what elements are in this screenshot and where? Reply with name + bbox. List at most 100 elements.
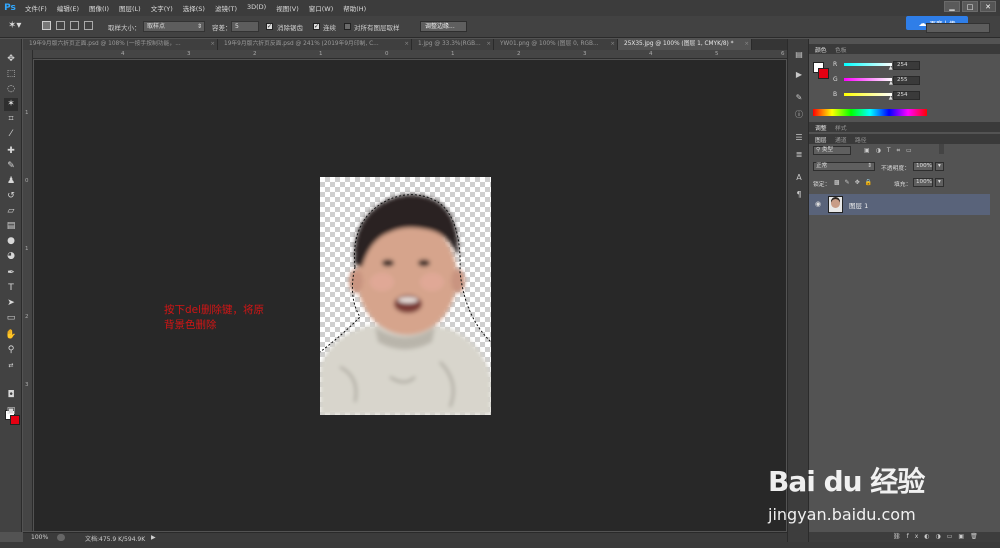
document-tab[interactable]: 19年9月版六折页反面.psd @ 241% (2019年9月印制, C... ×	[218, 39, 412, 50]
minimize-button[interactable]: ▁	[944, 1, 960, 12]
brush-tool-icon[interactable]: ✎	[4, 160, 18, 173]
workspace-select[interactable]	[926, 23, 990, 33]
eyedropper-tool-icon[interactable]: ⁄	[4, 128, 18, 141]
menu-item[interactable]: 文件(F)	[20, 3, 52, 13]
quick-mask-icon[interactable]: ◘	[4, 389, 18, 402]
move-tool-icon[interactable]: ✥	[4, 53, 18, 66]
tab-adjustments[interactable]: 调整	[815, 123, 827, 132]
document-tab[interactable]: 25X35.jpg @ 100% (图层 1, CMYK/8) * ×	[618, 39, 752, 50]
maximize-button[interactable]: □	[962, 1, 978, 12]
zoom-tool-icon[interactable]: ⚲	[4, 344, 18, 357]
b-slider[interactable]: ▲	[844, 93, 893, 101]
document-tab[interactable]: 19年9月版六折页正面.psd @ 108% (一按手按制功能，... ×	[23, 39, 218, 50]
dodge-tool-icon[interactable]: ◕	[4, 250, 18, 263]
hand-tool-icon[interactable]: ✋	[4, 329, 18, 342]
color-bg-swatch[interactable]	[818, 68, 829, 79]
close-tab-icon[interactable]: ×	[610, 39, 615, 50]
intersect-selection-icon[interactable]	[84, 21, 93, 30]
status-info-icon[interactable]	[57, 534, 65, 541]
contiguous-checkbox[interactable]: ✓	[313, 23, 320, 30]
menu-item[interactable]: 图像(I)	[84, 3, 114, 13]
marquee-tool-icon[interactable]: ⬚	[4, 68, 18, 81]
r-slider[interactable]: ▲	[844, 63, 893, 71]
eye-icon[interactable]: ◉	[815, 200, 821, 208]
blur-tool-icon[interactable]: ●	[4, 235, 18, 248]
close-tab-icon[interactable]: ×	[404, 39, 409, 50]
add-selection-icon[interactable]	[56, 21, 65, 30]
type-tool-icon[interactable]: T	[4, 282, 18, 295]
history-icon[interactable]: ▤	[793, 49, 805, 60]
screen-mode-icon[interactable]: ▣	[4, 405, 18, 418]
tab-paths[interactable]: 路径	[855, 135, 867, 144]
tolerance-input[interactable]: 5	[231, 21, 259, 32]
refine-edge-button[interactable]: 调整边缘...	[420, 21, 467, 32]
opacity-dropdown[interactable]: ▾	[935, 162, 944, 171]
tab-styles[interactable]: 样式	[835, 123, 847, 132]
document-tab[interactable]: YW01.png @ 100% (图层 0, RGB... ×	[494, 39, 618, 50]
swap-colors-icon[interactable]: ⇄	[4, 359, 18, 372]
menu-item[interactable]: 窗口(W)	[304, 3, 339, 13]
adjustments-icon[interactable]: ≣	[793, 149, 805, 160]
menu-item[interactable]: 滤镜(T)	[210, 3, 242, 13]
blend-mode-select[interactable]: 正常 ⇕	[813, 162, 875, 171]
document-image[interactable]	[320, 177, 491, 415]
pen-tool-icon[interactable]: ✒	[4, 267, 18, 280]
close-tab-icon[interactable]: ×	[486, 39, 491, 50]
fill-input[interactable]: 100%	[913, 178, 933, 187]
crop-tool-icon[interactable]: ⌗	[4, 113, 18, 126]
tab-swatches[interactable]: 色板	[835, 45, 847, 54]
menu-item[interactable]: 文字(Y)	[146, 3, 178, 13]
color-spectrum[interactable]	[813, 109, 927, 116]
ruler-tick: 3	[583, 51, 587, 57]
magic-wand-preset-icon[interactable]: ✶▾	[8, 20, 30, 33]
opacity-input[interactable]: 100%	[913, 162, 933, 171]
path-select-tool-icon[interactable]: ➤	[4, 297, 18, 310]
shape-tool-icon[interactable]: ▭	[4, 312, 18, 325]
eraser-tool-icon[interactable]: ▱	[4, 205, 18, 218]
close-tab-icon[interactable]: ×	[744, 39, 749, 50]
info-icon[interactable]: ⓘ	[793, 109, 805, 120]
zoom-level[interactable]: 100%	[31, 534, 48, 541]
status-arrow-icon[interactable]: ▶	[151, 534, 156, 541]
tab-layers[interactable]: 图层	[815, 135, 827, 144]
brush-panel-icon[interactable]: ✎	[793, 92, 805, 103]
menu-item[interactable]: 选择(S)	[178, 3, 210, 13]
layer-filter-icons[interactable]: ▣◑T⌗▭	[864, 147, 918, 155]
g-value[interactable]: 255	[893, 76, 920, 85]
tab-channels[interactable]: 通道	[835, 135, 847, 144]
paragraph-icon[interactable]: ¶	[793, 189, 805, 200]
character-icon[interactable]: A	[793, 172, 805, 183]
stamp-tool-icon[interactable]: ♟	[4, 175, 18, 188]
menu-item[interactable]: 编辑(E)	[52, 3, 84, 13]
menu-item[interactable]: 3D(D)	[242, 3, 271, 13]
sample-all-checkbox[interactable]	[344, 23, 351, 30]
layer-filter-select[interactable]: ⚲ 类型	[813, 146, 851, 155]
new-selection-icon[interactable]	[42, 21, 51, 30]
healing-tool-icon[interactable]: ✚	[4, 145, 18, 158]
gradient-tool-icon[interactable]: ▤	[4, 220, 18, 233]
menu-item[interactable]: 帮助(H)	[338, 3, 371, 13]
r-value[interactable]: 254	[893, 61, 920, 70]
fill-dropdown[interactable]: ▾	[935, 178, 944, 187]
layer-row[interactable]: ◉ 图层 1	[809, 194, 990, 215]
close-button[interactable]: ✕	[980, 1, 996, 12]
menu-item[interactable]: 视图(V)	[271, 3, 304, 13]
layer-name[interactable]: 图层 1	[849, 200, 868, 210]
lock-icons[interactable]: ▩✎✥🔒	[834, 179, 877, 186]
menu-item[interactable]: 图层(L)	[114, 3, 146, 13]
subtract-selection-icon[interactable]	[70, 21, 79, 30]
tab-color[interactable]: 颜色	[815, 45, 827, 54]
b-value[interactable]: 254	[893, 91, 920, 100]
sample-size-select[interactable]: 取样点 ⇕	[143, 21, 205, 32]
antialias-checkbox[interactable]: ✓	[266, 23, 273, 30]
properties-icon[interactable]: ☰	[793, 132, 805, 143]
close-tab-icon[interactable]: ×	[210, 39, 215, 50]
lasso-tool-icon[interactable]: ◌	[4, 83, 18, 96]
document-tab[interactable]: 1.jpg @ 33.3%(RGB... ×	[412, 39, 494, 50]
magic-wand-tool-icon[interactable]: ✶	[4, 98, 18, 111]
filter-toggle[interactable]	[939, 144, 944, 154]
history-brush-icon[interactable]: ↺	[4, 190, 18, 203]
actions-icon[interactable]: ▶	[793, 69, 805, 80]
canvas-area[interactable]: 按下del删除键，将原 背景色删除	[34, 60, 786, 531]
g-slider[interactable]: ▲	[844, 78, 893, 86]
